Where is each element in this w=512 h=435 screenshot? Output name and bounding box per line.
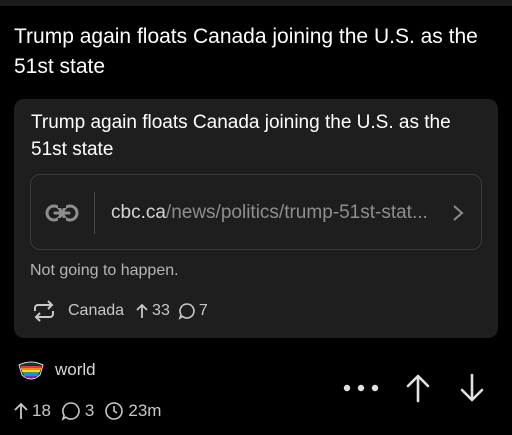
link-icon	[45, 204, 79, 222]
upvote-button[interactable]	[400, 372, 436, 404]
link-preview[interactable]: cbc.ca/news/politics/trump-51st-stat...	[30, 174, 482, 250]
comment-icon	[178, 303, 195, 320]
more-options-icon[interactable]	[342, 384, 380, 392]
community-avatar[interactable]	[16, 359, 46, 385]
chevron-right-icon	[453, 205, 464, 221]
top-bar	[0, 0, 512, 6]
comment-icon	[61, 402, 80, 421]
post-age: 23m	[128, 401, 162, 420]
crosspost-community[interactable]: Canada	[68, 302, 124, 320]
downvote-button[interactable]	[454, 372, 490, 404]
crosspost-card[interactable]: Trump again floats Canada joining the U.…	[14, 99, 498, 338]
post-title[interactable]: Trump again floats Canada joining the U.…	[14, 22, 504, 82]
crosspost-icon	[34, 300, 54, 322]
arrow-up-icon	[136, 303, 148, 318]
crosspost-meta: Canada 33 7	[30, 299, 208, 323]
crosspost-title[interactable]: Trump again floats Canada joining the U.…	[31, 109, 491, 163]
upvote-count: 18	[32, 401, 51, 420]
crosspost-comment-count: 7	[198, 302, 208, 319]
arrow-up-icon	[14, 402, 28, 419]
clock-icon	[105, 402, 124, 420]
link-divider	[94, 192, 95, 234]
crosspost-body: Not going to happen.	[30, 262, 179, 279]
link-domain: cbc.ca	[111, 202, 166, 223]
link-path: /news/politics/trump-51st-stat...	[165, 202, 428, 223]
link-url[interactable]: cbc.ca/news/politics/trump-51st-stat...	[111, 201, 431, 225]
post-stats: 18 3 23m	[14, 400, 161, 422]
comment-count: 3	[84, 401, 95, 420]
community-name[interactable]: world	[55, 360, 96, 380]
crosspost-upvote-count: 33	[152, 302, 170, 319]
